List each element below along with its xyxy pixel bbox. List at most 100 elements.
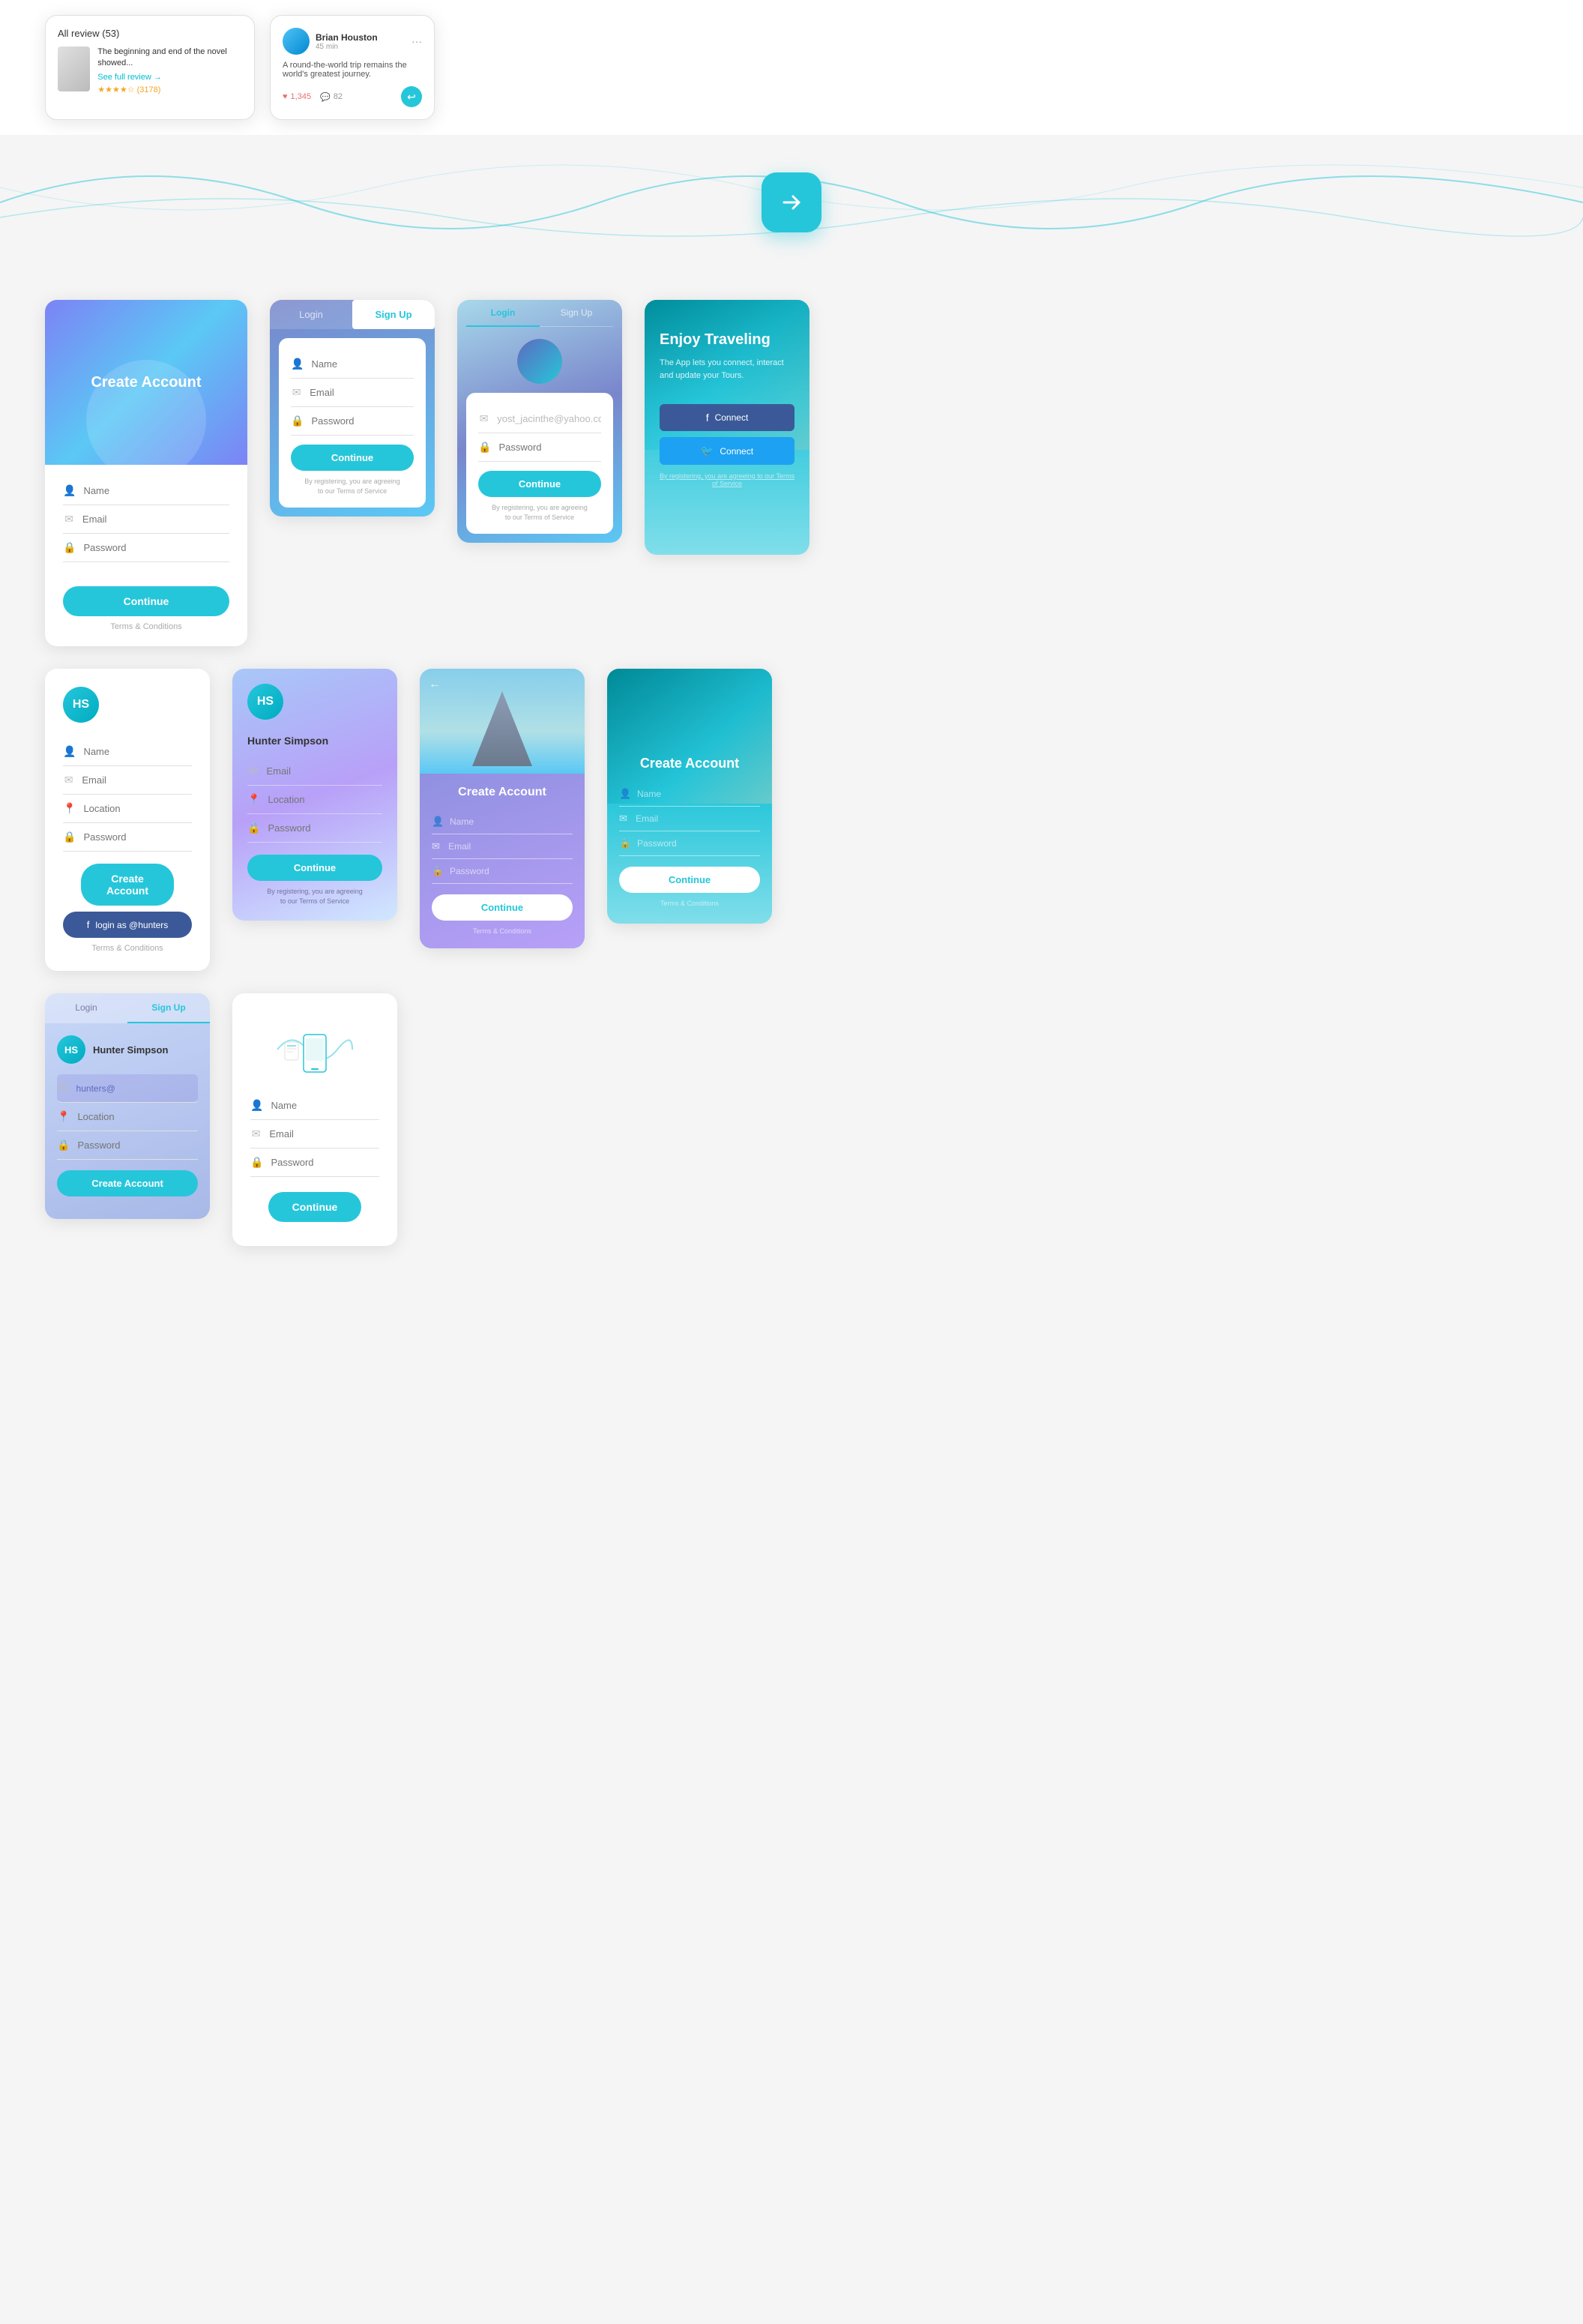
comment-action[interactable]: 💬 82 xyxy=(320,92,343,102)
name-input[interactable] xyxy=(311,358,414,370)
password-input[interactable] xyxy=(498,442,601,453)
signup-form: HS Hunter Simpson ✉ 📍 🔒 Create Account xyxy=(45,1023,210,1219)
name-input[interactable] xyxy=(83,746,192,757)
continue-button[interactable]: Continue xyxy=(619,867,760,893)
password-input[interactable] xyxy=(311,415,414,427)
password-input[interactable] xyxy=(271,1157,379,1168)
terms-text: By registering, you are agreeing to our … xyxy=(247,887,382,906)
email-input[interactable] xyxy=(82,774,192,786)
name-field: 👤 xyxy=(619,782,760,807)
travel-title: Enjoy Traveling xyxy=(660,330,794,349)
social-card: Brian Houston 45 min ··· A round-the-wor… xyxy=(270,15,435,120)
comment-icon: 💬 xyxy=(320,92,331,102)
lock-icon: 🔒 xyxy=(57,1139,70,1152)
create-account-button[interactable]: Create Account xyxy=(81,864,174,906)
twitter-connect-button[interactable]: 🐦 Connect xyxy=(660,437,794,465)
name-field: 👤 xyxy=(250,1092,379,1120)
tab-signup[interactable]: Sign Up xyxy=(352,300,435,329)
password-field: 🔒 xyxy=(63,823,192,852)
password-input[interactable] xyxy=(268,822,382,834)
email-icon: ✉ xyxy=(432,840,442,852)
tab-login[interactable]: Login xyxy=(270,300,352,329)
auth-form: ✉ 🔒 Continue By registering, you are agr… xyxy=(466,393,613,534)
more-options-icon[interactable]: ··· xyxy=(411,35,422,47)
facebook-icon: f xyxy=(87,919,90,930)
password-field: 🔒 xyxy=(57,1131,198,1160)
email-input[interactable] xyxy=(76,1083,198,1094)
email-field: ✉ xyxy=(250,1120,379,1149)
email-input[interactable] xyxy=(310,387,414,398)
email-input[interactable] xyxy=(266,765,382,777)
tab-login[interactable]: Login xyxy=(45,993,127,1023)
terms-text[interactable]: Terms & Conditions xyxy=(432,927,573,936)
terms-text: By registering, you are agreeing to our … xyxy=(478,503,601,522)
email-field: ✉ xyxy=(432,834,573,859)
email-field: ✉ xyxy=(291,379,414,407)
continue-button[interactable]: Continue xyxy=(291,445,414,471)
card-hunter-profile: HS Hunter Simpson ✉ 📍 🔒 Continue By regi… xyxy=(232,669,397,921)
back-arrow-icon[interactable]: ← xyxy=(429,678,441,691)
password-input[interactable] xyxy=(83,831,192,843)
location-icon: 📍 xyxy=(247,793,260,806)
password-input[interactable] xyxy=(77,1140,198,1151)
password-input[interactable] xyxy=(637,838,760,849)
email-input[interactable] xyxy=(448,841,573,852)
email-field: ✉ xyxy=(63,766,192,795)
terms-text[interactable]: Terms & Conditions xyxy=(619,899,760,909)
mountain-shape xyxy=(472,691,532,766)
share-button[interactable]: ↩ xyxy=(401,86,422,107)
continue-button[interactable]: Continue xyxy=(432,894,573,921)
email-input[interactable] xyxy=(269,1128,379,1140)
see-full-link[interactable]: See full review → xyxy=(97,73,242,82)
lock-icon: 🔒 xyxy=(250,1156,263,1169)
location-input[interactable] xyxy=(268,794,382,805)
wave-phone-illustration xyxy=(250,1023,379,1080)
facebook-connect-button[interactable]: f Connect xyxy=(660,404,794,431)
name-input[interactable] xyxy=(83,485,229,496)
email-field: ✉ xyxy=(619,807,760,831)
arrow-right-icon xyxy=(778,189,805,216)
like-action[interactable]: ♥ 1,345 xyxy=(283,92,311,101)
continue-button[interactable]: Continue xyxy=(268,1192,361,1222)
tab-signup[interactable]: Sign Up xyxy=(127,993,210,1023)
lock-icon: 🔒 xyxy=(432,865,444,877)
avatar-image xyxy=(517,339,562,384)
facebook-login-button[interactable]: f login as @hunters xyxy=(63,912,192,938)
email-icon: ✉ xyxy=(247,765,259,777)
post-body: A round-the-world trip remains the world… xyxy=(283,61,422,79)
arrow-button[interactable] xyxy=(762,172,821,232)
email-input[interactable] xyxy=(636,813,760,824)
email-input[interactable] xyxy=(497,413,601,424)
user-avatar xyxy=(517,339,562,384)
location-input[interactable] xyxy=(83,803,192,814)
location-input[interactable] xyxy=(77,1111,198,1122)
card-travel-create-account: Create Account 👤 ✉ 🔒 Continue Terms & Co… xyxy=(607,669,772,924)
password-input[interactable] xyxy=(450,866,573,876)
name-input[interactable] xyxy=(637,789,760,799)
tab-signup[interactable]: Sign Up xyxy=(540,300,613,327)
create-account-button[interactable]: Create Account xyxy=(57,1170,198,1196)
user-name: Brian Houston xyxy=(316,32,378,43)
travel-terms[interactable]: By registering, you are agreeing to our … xyxy=(660,472,794,487)
terms-link[interactable]: Terms & Conditions xyxy=(81,944,174,953)
password-input[interactable] xyxy=(83,542,229,553)
location-field: 📍 xyxy=(247,786,382,814)
continue-button[interactable]: Continue xyxy=(247,855,382,881)
all-review-label: All review (53) xyxy=(58,28,242,39)
person-icon: 👤 xyxy=(63,745,76,758)
name-input[interactable] xyxy=(450,816,573,827)
tab-login[interactable]: Login xyxy=(466,300,540,327)
lock-icon: 🔒 xyxy=(619,837,631,849)
wave-section xyxy=(0,135,1583,270)
lock-icon: 🔒 xyxy=(291,415,304,427)
travel-description: The App lets you connect, interact and u… xyxy=(660,357,794,382)
mountain-form: Create Account 👤 ✉ 🔒 Continue Terms & Co… xyxy=(420,774,585,948)
terms-link[interactable]: Terms & Conditions xyxy=(63,622,229,631)
continue-button[interactable]: Continue xyxy=(63,586,229,616)
continue-button[interactable]: Continue xyxy=(478,471,601,497)
email-input[interactable] xyxy=(82,514,229,525)
name-field: 👤 xyxy=(63,738,192,766)
name-input[interactable] xyxy=(271,1100,379,1111)
twitter-icon: 🐦 xyxy=(701,445,714,457)
password-field: 🔒 xyxy=(291,407,414,436)
